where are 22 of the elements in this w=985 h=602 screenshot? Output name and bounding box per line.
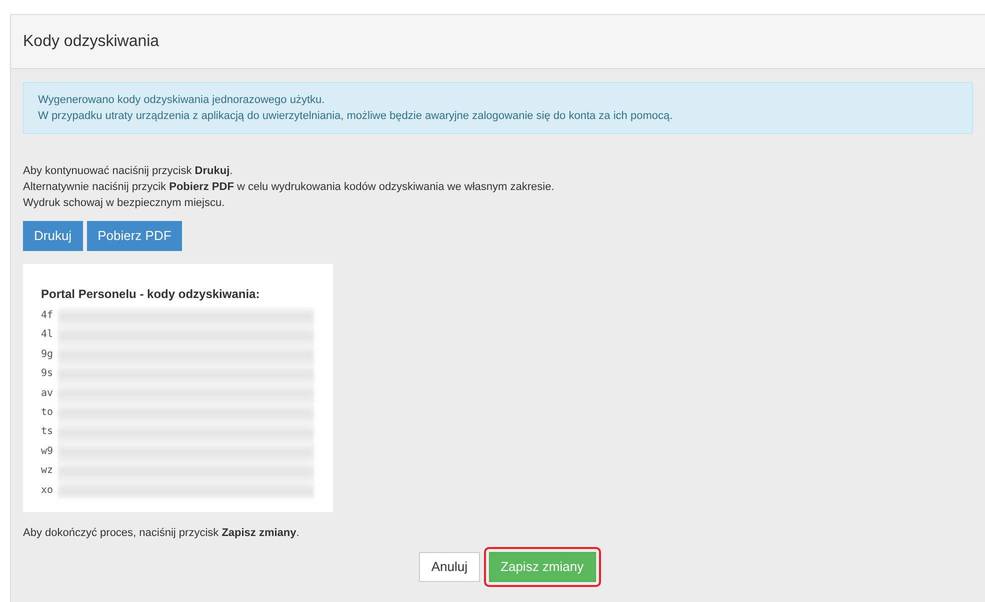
panel-title: Kody odzyskiwania — [23, 32, 160, 52]
code-text: 9g — [41, 348, 54, 362]
code-text: w9 — [41, 444, 54, 459]
instruction-text: Alternatywnie naciśnij przycik Pobierz PDF w celu wydrukowania kodów odzyskiwania we własnym zakresie. — [23, 180, 556, 195]
card-title: Portal Personelu - kody odzyskiwania: — [41, 286, 261, 303]
code-text: to — [41, 406, 54, 420]
action-button[interactable]: Anuluj — [419, 552, 480, 582]
code-text: xo — [41, 484, 54, 498]
code-text: 9s — [41, 367, 54, 382]
code-text: 4l — [41, 328, 54, 342]
print-button[interactable]: Pobierz PDF — [86, 221, 182, 251]
code-text: ts — [41, 425, 54, 440]
action-button[interactable]: Zapisz zmiany — [488, 552, 596, 582]
instruction-text: Wydruk schowaj w bezpiecznym miejscu. — [23, 196, 226, 211]
code-text: av — [41, 386, 54, 401]
alert-text: W przypadku utraty urządzenia z aplikacją do uwierzytelniania, możliwe będzie awaryjne zalogowanie się do konta za ich pomocą. — [38, 109, 674, 124]
instruction-text: Aby kontynuować naciśnij przycisk Drukuj. — [23, 164, 234, 179]
alert-text: Wygenerowano kody odzyskiwania jednorazowego użytku. — [38, 93, 326, 108]
finish-text: Aby dokończyć proces, naciśnij przycisk Zapisz zmiany. — [23, 526, 300, 542]
print-button[interactable]: Drukuj — [23, 221, 83, 251]
code-text: 4f — [41, 309, 54, 323]
code-text: wz — [41, 464, 54, 478]
